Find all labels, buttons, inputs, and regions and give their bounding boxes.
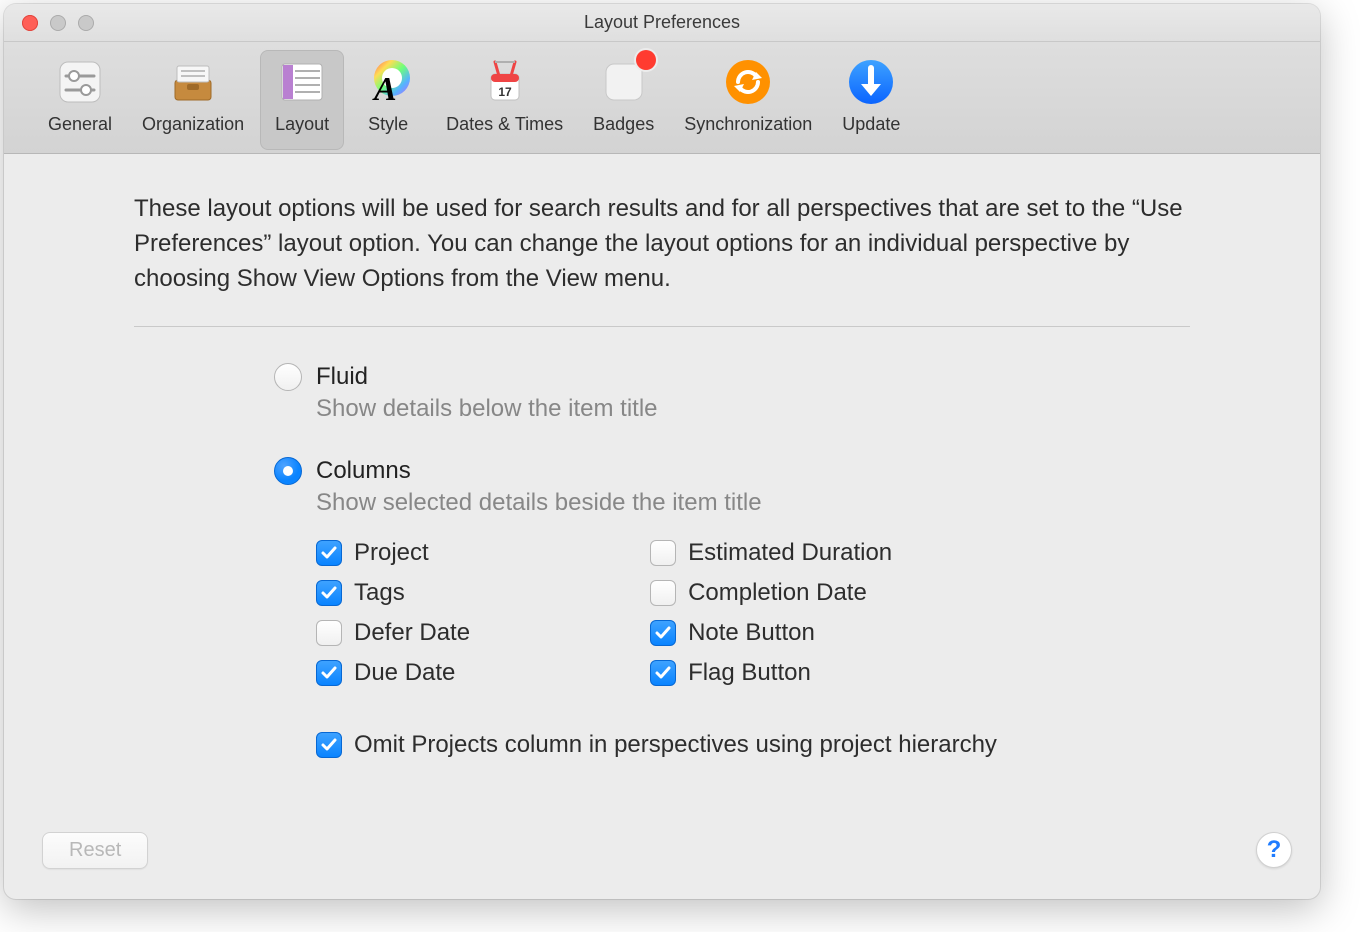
column-checkboxes: Project Tags Defer Date Due Date Estimated …	[316, 539, 1190, 687]
tab-label: Organization	[142, 114, 244, 135]
tab-label: Style	[368, 114, 408, 135]
tab-label: Layout	[275, 114, 329, 135]
dates-icon: 17	[477, 54, 533, 110]
radio-fluid-label: Fluid	[316, 363, 368, 391]
checkbox-label: Project	[354, 539, 429, 567]
tab-label: Synchronization	[684, 114, 812, 135]
radio-columns[interactable]	[274, 457, 302, 485]
checkbox-label: Tags	[354, 579, 405, 607]
tab-style[interactable]: A Style	[346, 50, 430, 150]
tab-general[interactable]: General	[34, 50, 126, 150]
general-icon	[52, 54, 108, 110]
svg-text:A: A	[372, 71, 397, 108]
radio-columns-desc: Show selected details beside the item ti…	[316, 489, 1190, 517]
checkbox-row-flag-button[interactable]: Flag Button	[650, 659, 892, 687]
checkbox-row-defer-date[interactable]: Defer Date	[316, 619, 470, 647]
radio-fluid-row[interactable]: Fluid	[274, 363, 1190, 391]
traffic-lights	[22, 15, 94, 31]
layout-options: Fluid Show details below the item title …	[134, 363, 1190, 759]
style-icon: A	[360, 54, 416, 110]
badges-icon	[596, 54, 652, 110]
checkbox-estimated-duration[interactable]	[650, 540, 676, 566]
close-button[interactable]	[22, 15, 38, 31]
checkbox-label: Defer Date	[354, 619, 470, 647]
omit-projects-row[interactable]: Omit Projects column in perspectives usi…	[316, 731, 1190, 759]
footer: Reset ?	[4, 819, 1320, 899]
svg-text:17: 17	[498, 85, 512, 99]
checkbox-tags[interactable]	[316, 580, 342, 606]
checkbox-row-project[interactable]: Project	[316, 539, 470, 567]
tab-synchronization[interactable]: Synchronization	[670, 50, 826, 150]
organization-icon	[165, 54, 221, 110]
tab-label: Update	[842, 114, 900, 135]
tab-update[interactable]: Update	[828, 50, 914, 150]
tab-organization[interactable]: Organization	[128, 50, 258, 150]
minimize-button[interactable]	[50, 15, 66, 31]
notification-badge-icon	[636, 50, 656, 70]
checkbox-label: Completion Date	[688, 579, 867, 607]
checkbox-project[interactable]	[316, 540, 342, 566]
zoom-button[interactable]	[78, 15, 94, 31]
tab-layout[interactable]: Layout	[260, 50, 344, 150]
preferences-toolbar: General Organization	[4, 42, 1320, 154]
layout-icon	[274, 54, 330, 110]
radio-fluid-desc: Show details below the item title	[316, 395, 1190, 423]
checkbox-row-estimated-duration[interactable]: Estimated Duration	[650, 539, 892, 567]
tab-badges[interactable]: Badges	[579, 50, 668, 150]
tab-label: General	[48, 114, 112, 135]
checkbox-completion-date[interactable]	[650, 580, 676, 606]
tab-label: Badges	[593, 114, 654, 135]
checkbox-omit-projects[interactable]	[316, 732, 342, 758]
divider	[134, 326, 1190, 327]
checkbox-label: Estimated Duration	[688, 539, 892, 567]
sync-icon	[720, 54, 776, 110]
radio-columns-row[interactable]: Columns	[274, 457, 1190, 485]
omit-projects-label: Omit Projects column in perspectives usi…	[354, 731, 997, 759]
window-title: Layout Preferences	[584, 12, 740, 33]
checkbox-defer-date[interactable]	[316, 620, 342, 646]
tab-dates-times[interactable]: 17 Dates & Times	[432, 50, 577, 150]
tab-label: Dates & Times	[446, 114, 563, 135]
reset-button[interactable]: Reset	[42, 832, 148, 869]
checkbox-row-completion-date[interactable]: Completion Date	[650, 579, 892, 607]
checkbox-row-tags[interactable]: Tags	[316, 579, 470, 607]
update-icon	[843, 54, 899, 110]
radio-columns-label: Columns	[316, 457, 411, 485]
checkbox-label: Note Button	[688, 619, 815, 647]
checkbox-row-due-date[interactable]: Due Date	[316, 659, 470, 687]
intro-text: These layout options will be used for se…	[134, 192, 1190, 296]
checkbox-due-date[interactable]	[316, 660, 342, 686]
checkbox-note-button[interactable]	[650, 620, 676, 646]
help-button[interactable]: ?	[1256, 832, 1292, 868]
checkbox-flag-button[interactable]	[650, 660, 676, 686]
checkbox-row-note-button[interactable]: Note Button	[650, 619, 892, 647]
preferences-window: Layout Preferences General	[4, 4, 1320, 899]
content-area: These layout options will be used for se…	[4, 154, 1320, 899]
checkbox-label: Flag Button	[688, 659, 811, 687]
checkbox-label: Due Date	[354, 659, 455, 687]
titlebar: Layout Preferences	[4, 4, 1320, 42]
radio-fluid[interactable]	[274, 363, 302, 391]
